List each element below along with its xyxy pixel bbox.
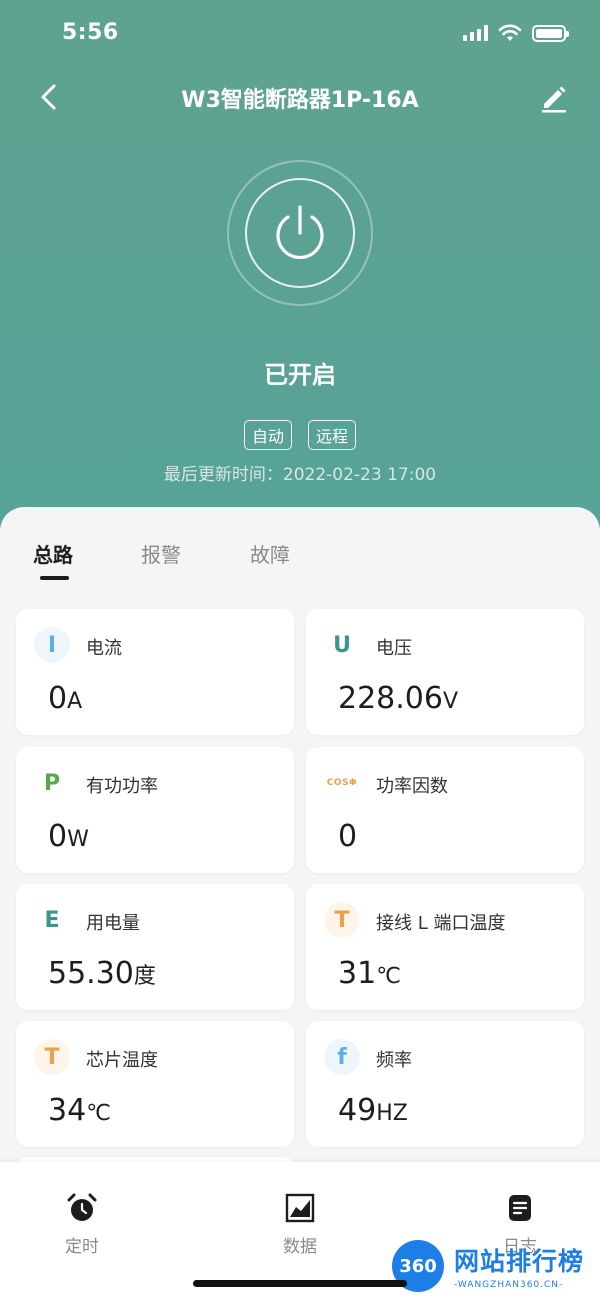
- badge-remote: 远程: [308, 420, 357, 450]
- current-icon: I: [34, 627, 70, 663]
- tab-data-label: 数据: [283, 1237, 317, 1257]
- badge-auto: 自动: [243, 420, 292, 450]
- device-state: 已开启: [264, 361, 336, 389]
- power-button[interactable]: [245, 178, 355, 288]
- nav-bar: W3智能断路器1P-16A: [0, 70, 600, 124]
- cos-phi-icon: COSΦ: [324, 765, 360, 801]
- metric-label: 芯片温度: [86, 1050, 158, 1071]
- device-header: 5:56 W3智能断路器1P-16A 已开启 自动 远程 最后更新时间：2022…: [0, 0, 600, 560]
- metric-unit: 度: [133, 964, 156, 989]
- tab-alarm[interactable]: 报警: [141, 539, 181, 568]
- metric-card-current[interactable]: I 电流 0A: [16, 609, 294, 735]
- metric-card-voltage[interactable]: U 电压 228.06V: [306, 609, 584, 735]
- metric-unit: ℃: [86, 1101, 111, 1126]
- metric-card-power-factor[interactable]: COSΦ 功率因数 0: [306, 747, 584, 873]
- metric-unit: HZ: [376, 1101, 408, 1126]
- tab-timer-label: 定时: [65, 1237, 99, 1257]
- signal-icon: [463, 25, 488, 41]
- metric-unit: ℃: [376, 964, 401, 989]
- metric-label: 功率因数: [376, 776, 448, 797]
- power-icon: [276, 205, 324, 259]
- metric-label: 电压: [376, 638, 412, 659]
- metric-label: 接线 L 端口温度: [376, 913, 506, 934]
- metric-label: 有功功率: [86, 776, 158, 797]
- voltage-icon: U: [324, 627, 360, 663]
- tab-data[interactable]: 数据: [250, 1192, 350, 1257]
- status-bar: 5:56: [0, 0, 600, 70]
- metric-card-energy[interactable]: E 用电量 55.30度: [16, 884, 294, 1010]
- energy-icon: E: [34, 902, 70, 938]
- tab-total[interactable]: 总路: [33, 539, 73, 568]
- home-indicator: [193, 1280, 407, 1287]
- alarm-clock-icon: [67, 1193, 97, 1221]
- tab-indicator: [40, 576, 69, 580]
- last-updated: 最后更新时间：2022-02-23 17:00: [163, 465, 437, 485]
- watermark-text: 网站排行榜: [454, 1247, 585, 1276]
- watermark-sub: -WANGZHAN360.CN-: [454, 1280, 564, 1290]
- metric-value: 55.30度: [48, 956, 156, 991]
- tab-fault[interactable]: 故障: [250, 539, 290, 568]
- metric-card-active-power[interactable]: P 有功功率 0W: [16, 747, 294, 873]
- power-p-icon: P: [34, 765, 70, 801]
- chart-icon: [285, 1193, 315, 1223]
- metric-card-frequency[interactable]: f 频率 49HZ: [306, 1021, 584, 1147]
- metric-value: 34℃: [48, 1093, 111, 1128]
- metric-value: 0W: [48, 819, 89, 854]
- metric-card-chip-temp[interactable]: T 芯片温度 34℃: [16, 1021, 294, 1147]
- frequency-icon: f: [324, 1039, 360, 1075]
- page-title: W3智能断路器1P-16A: [181, 88, 419, 113]
- metric-value: 49HZ: [338, 1093, 408, 1128]
- mode-badges: 自动 远程: [0, 420, 600, 450]
- watermark: 360 网站排行榜 -WANGZHAN360.CN-: [392, 1234, 600, 1298]
- status-time: 5:56: [62, 20, 119, 45]
- tab-timer[interactable]: 定时: [32, 1192, 132, 1257]
- tab-bar: 总路 报警 故障: [0, 507, 600, 597]
- metric-value: 0A: [48, 681, 83, 716]
- temperature-icon: T: [324, 902, 360, 938]
- metric-unit: W: [67, 827, 89, 852]
- status-icons: [463, 24, 569, 42]
- edit-icon[interactable]: [536, 80, 570, 114]
- wifi-icon: [498, 24, 522, 41]
- temperature-icon: T: [34, 1039, 70, 1075]
- metric-label: 电流: [86, 638, 122, 659]
- metric-value: 228.06V: [338, 681, 459, 716]
- metric-value: 0: [338, 819, 358, 854]
- metric-value: 31℃: [338, 956, 401, 991]
- metric-label: 频率: [376, 1050, 412, 1071]
- metric-unit: V: [442, 689, 459, 714]
- battery-icon: [532, 24, 569, 42]
- metric-unit: A: [67, 689, 83, 714]
- metric-label: 用电量: [86, 913, 140, 934]
- log-icon: [509, 1195, 531, 1221]
- metric-card-port-temp[interactable]: T 接线 L 端口温度 31℃: [306, 884, 584, 1010]
